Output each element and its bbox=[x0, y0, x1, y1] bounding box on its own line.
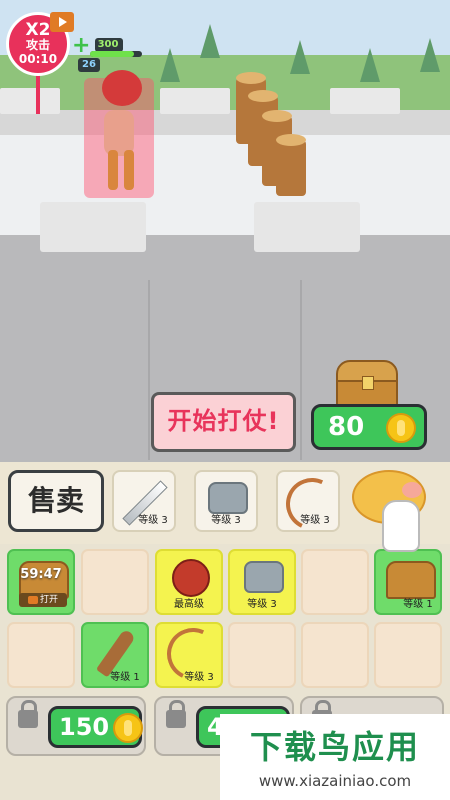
health-potion-icon bbox=[172, 559, 210, 597]
open-chest-button[interactable]: 打开 bbox=[19, 593, 67, 607]
watermark-logo: 下载鸟应用 www.xiazainiao.com bbox=[220, 714, 450, 800]
watermark-url: www.xiazainiao.com bbox=[258, 772, 412, 790]
tutorial-hand-icon bbox=[382, 500, 420, 552]
armor-icon bbox=[208, 482, 248, 514]
wall-seam bbox=[148, 280, 150, 460]
hero-leg bbox=[124, 150, 134, 190]
timer-pin bbox=[36, 74, 40, 114]
hero-level-badge: 26 bbox=[78, 58, 100, 72]
timer-text: 00:10 bbox=[18, 52, 58, 66]
back-merlon bbox=[330, 88, 400, 114]
grid-cell[interactable]: 等级 3 bbox=[228, 549, 296, 615]
hp-bar bbox=[90, 51, 142, 57]
wall-seam bbox=[300, 280, 302, 460]
item-level: 等级 3 bbox=[138, 515, 168, 526]
pine-tree bbox=[360, 48, 380, 82]
battle-scene: X2 攻击 00:10 + 300 26 开始打仗! 80 bbox=[0, 0, 450, 462]
chest-countdown: 59:47 bbox=[20, 567, 62, 582]
unlock-slot-button[interactable]: 150 bbox=[48, 706, 143, 748]
grid-cell[interactable]: 等级 3 bbox=[155, 620, 227, 688]
lock-icon bbox=[166, 700, 186, 728]
health-plus-icon: + bbox=[72, 33, 91, 58]
grid-cell[interactable]: 最高级 bbox=[155, 549, 223, 615]
grid-cell[interactable] bbox=[301, 622, 369, 688]
treasure-chest-icon[interactable] bbox=[336, 360, 398, 406]
video-ad-icon bbox=[27, 595, 38, 604]
video-ad-icon[interactable] bbox=[50, 12, 74, 32]
item-level: 等级 3 bbox=[184, 672, 214, 683]
item-level: 等级 3 bbox=[211, 515, 241, 526]
grid-cell[interactable] bbox=[7, 622, 75, 688]
item-level: 等级 3 bbox=[300, 515, 330, 526]
buy-chest-button[interactable]: 80 bbox=[311, 404, 427, 450]
grid-cell[interactable] bbox=[81, 549, 149, 615]
watermark-title: 下载鸟应用 bbox=[249, 728, 420, 766]
grid-cell[interactable]: 59:47 打开 bbox=[7, 549, 75, 615]
grid-cell[interactable] bbox=[228, 622, 296, 688]
back-merlon bbox=[0, 88, 60, 114]
grid-cell[interactable] bbox=[301, 549, 369, 615]
coin-icon bbox=[386, 413, 416, 443]
front-merlon bbox=[254, 202, 360, 252]
item-level: 等级 3 bbox=[247, 599, 277, 610]
lock-icon bbox=[18, 700, 38, 728]
merge-grid: 59:47 打开 最高级 等级 3 等级 1 等级 1 等级 3 bbox=[0, 544, 450, 694]
hero-leg bbox=[108, 150, 118, 190]
pine-tree bbox=[160, 48, 180, 82]
back-merlon bbox=[160, 88, 230, 114]
shop-item-sword[interactable]: 等级 3 bbox=[112, 470, 176, 532]
shop-item-bow[interactable]: 等级 3 bbox=[276, 470, 346, 538]
bow-icon bbox=[278, 470, 346, 538]
chest-price: 80 bbox=[328, 412, 365, 442]
pine-tree bbox=[290, 40, 310, 74]
mode-text: 攻击 bbox=[25, 38, 50, 52]
item-level: 等级 1 bbox=[403, 599, 433, 610]
pine-tree bbox=[420, 38, 440, 72]
sell-button[interactable]: 售卖 bbox=[8, 470, 104, 532]
grid-cell[interactable]: 等级 1 bbox=[374, 549, 442, 615]
coin-icon bbox=[113, 713, 143, 743]
item-level: 等级 1 bbox=[110, 672, 140, 683]
grid-cell[interactable] bbox=[374, 622, 442, 688]
start-battle-button[interactable]: 开始打仗! bbox=[151, 392, 296, 452]
grid-cell[interactable]: 等级 1 bbox=[81, 622, 149, 688]
treasure-chest-icon bbox=[386, 561, 436, 599]
armor-icon bbox=[244, 561, 284, 593]
shop-item-armor[interactable]: 等级 3 bbox=[194, 470, 258, 532]
unlock-price: 150 bbox=[59, 713, 110, 741]
locked-slot[interactable]: 150 bbox=[6, 696, 146, 756]
wood-log bbox=[276, 134, 306, 196]
front-merlon bbox=[40, 202, 146, 252]
hp-bar-fill bbox=[90, 51, 135, 57]
pine-tree bbox=[200, 24, 220, 58]
hero-head bbox=[102, 70, 142, 106]
item-level: 最高级 bbox=[174, 599, 204, 610]
